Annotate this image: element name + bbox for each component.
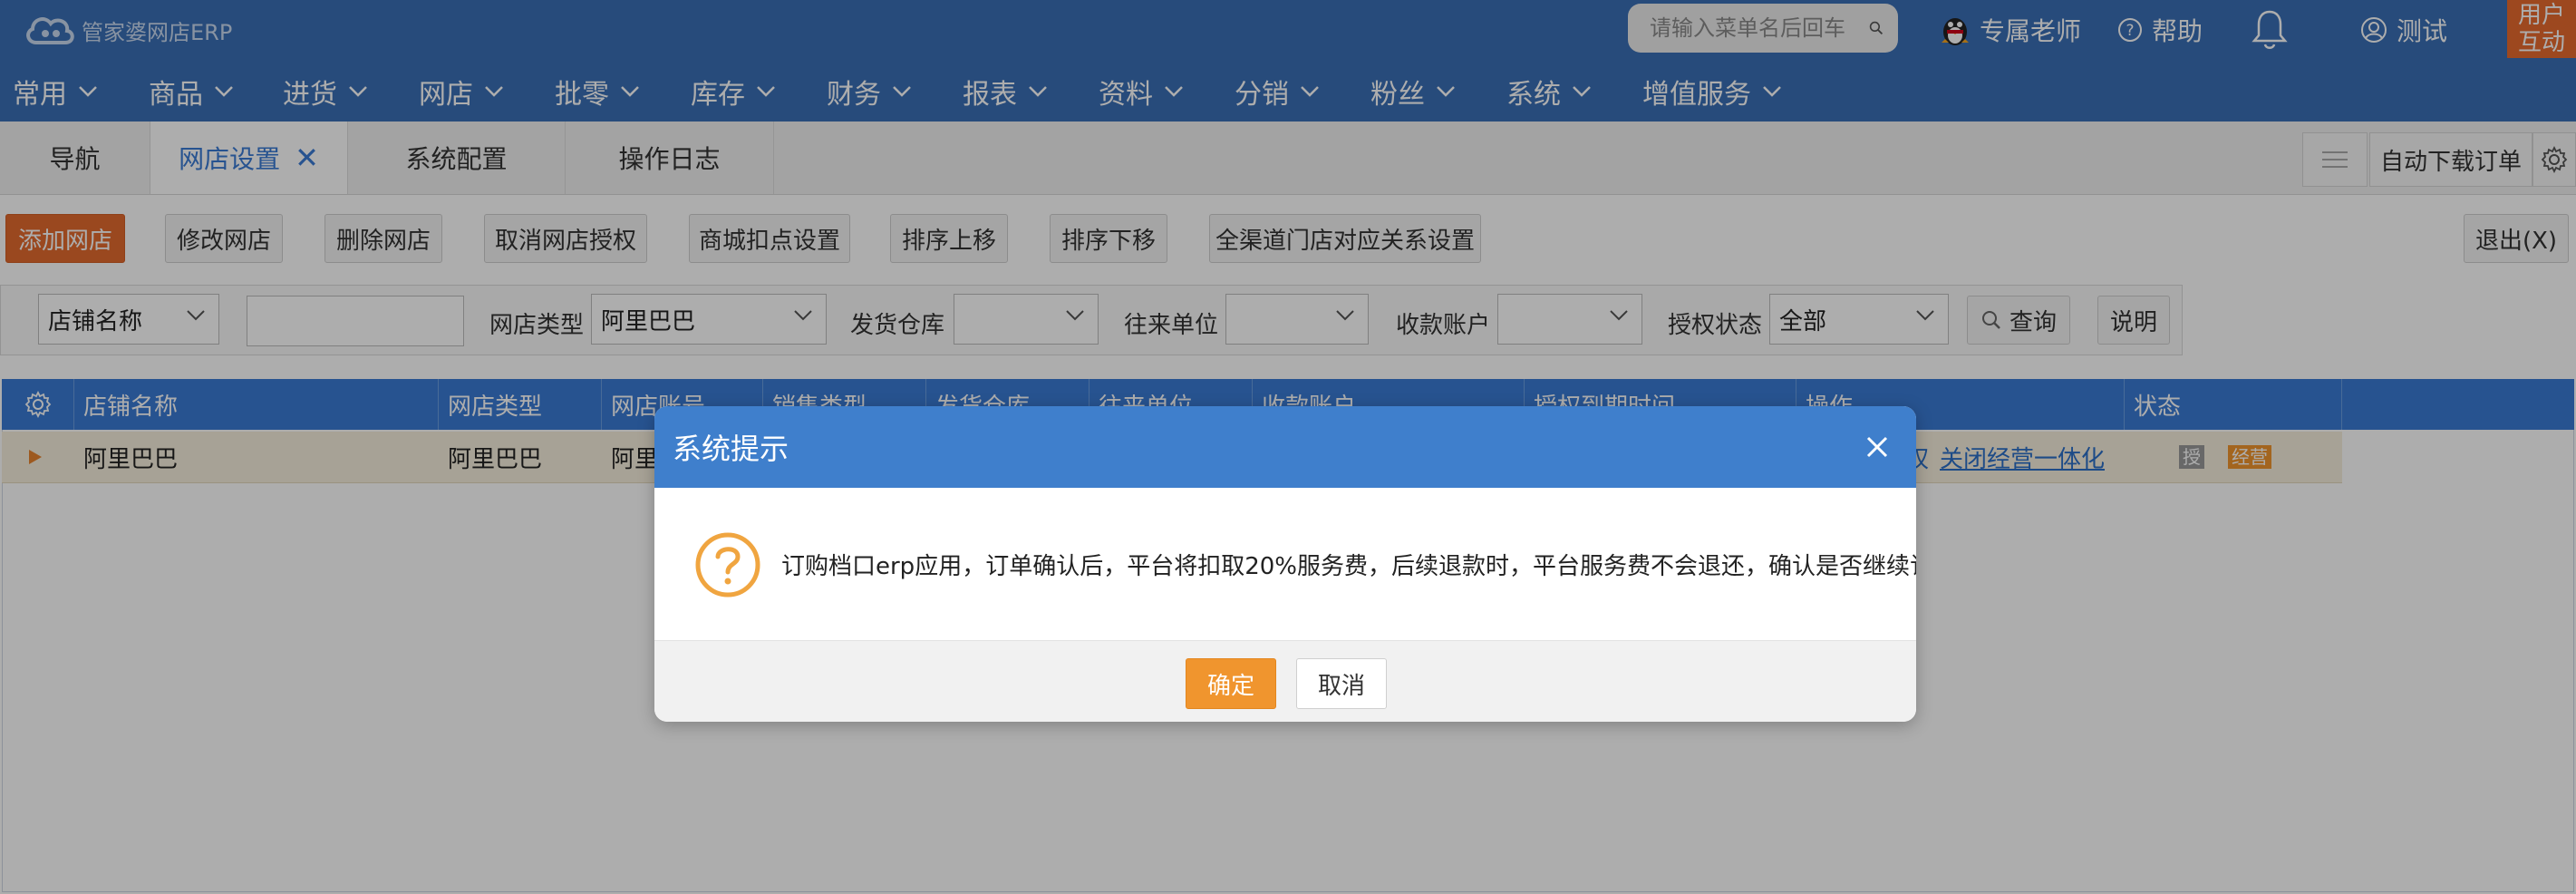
cancel-button[interactable]: 取消 <box>1296 658 1387 709</box>
system-prompt-dialog: 系统提示 订购档口erp应用，订单确认后，平台将扣取20%服务费，后续退款时，平… <box>654 406 1916 722</box>
dialog-header <box>654 406 1916 488</box>
dialog-footer <box>654 640 1916 722</box>
dialog-title: 系统提示 <box>673 432 789 466</box>
dialog-message: 订购档口erp应用，订单确认后，平台将扣取20%服务费，后续退款时，平台服务费不… <box>781 553 1916 580</box>
question-icon <box>695 532 760 598</box>
confirm-button[interactable]: 确定 <box>1186 658 1276 709</box>
close-icon[interactable] <box>1862 432 1893 462</box>
